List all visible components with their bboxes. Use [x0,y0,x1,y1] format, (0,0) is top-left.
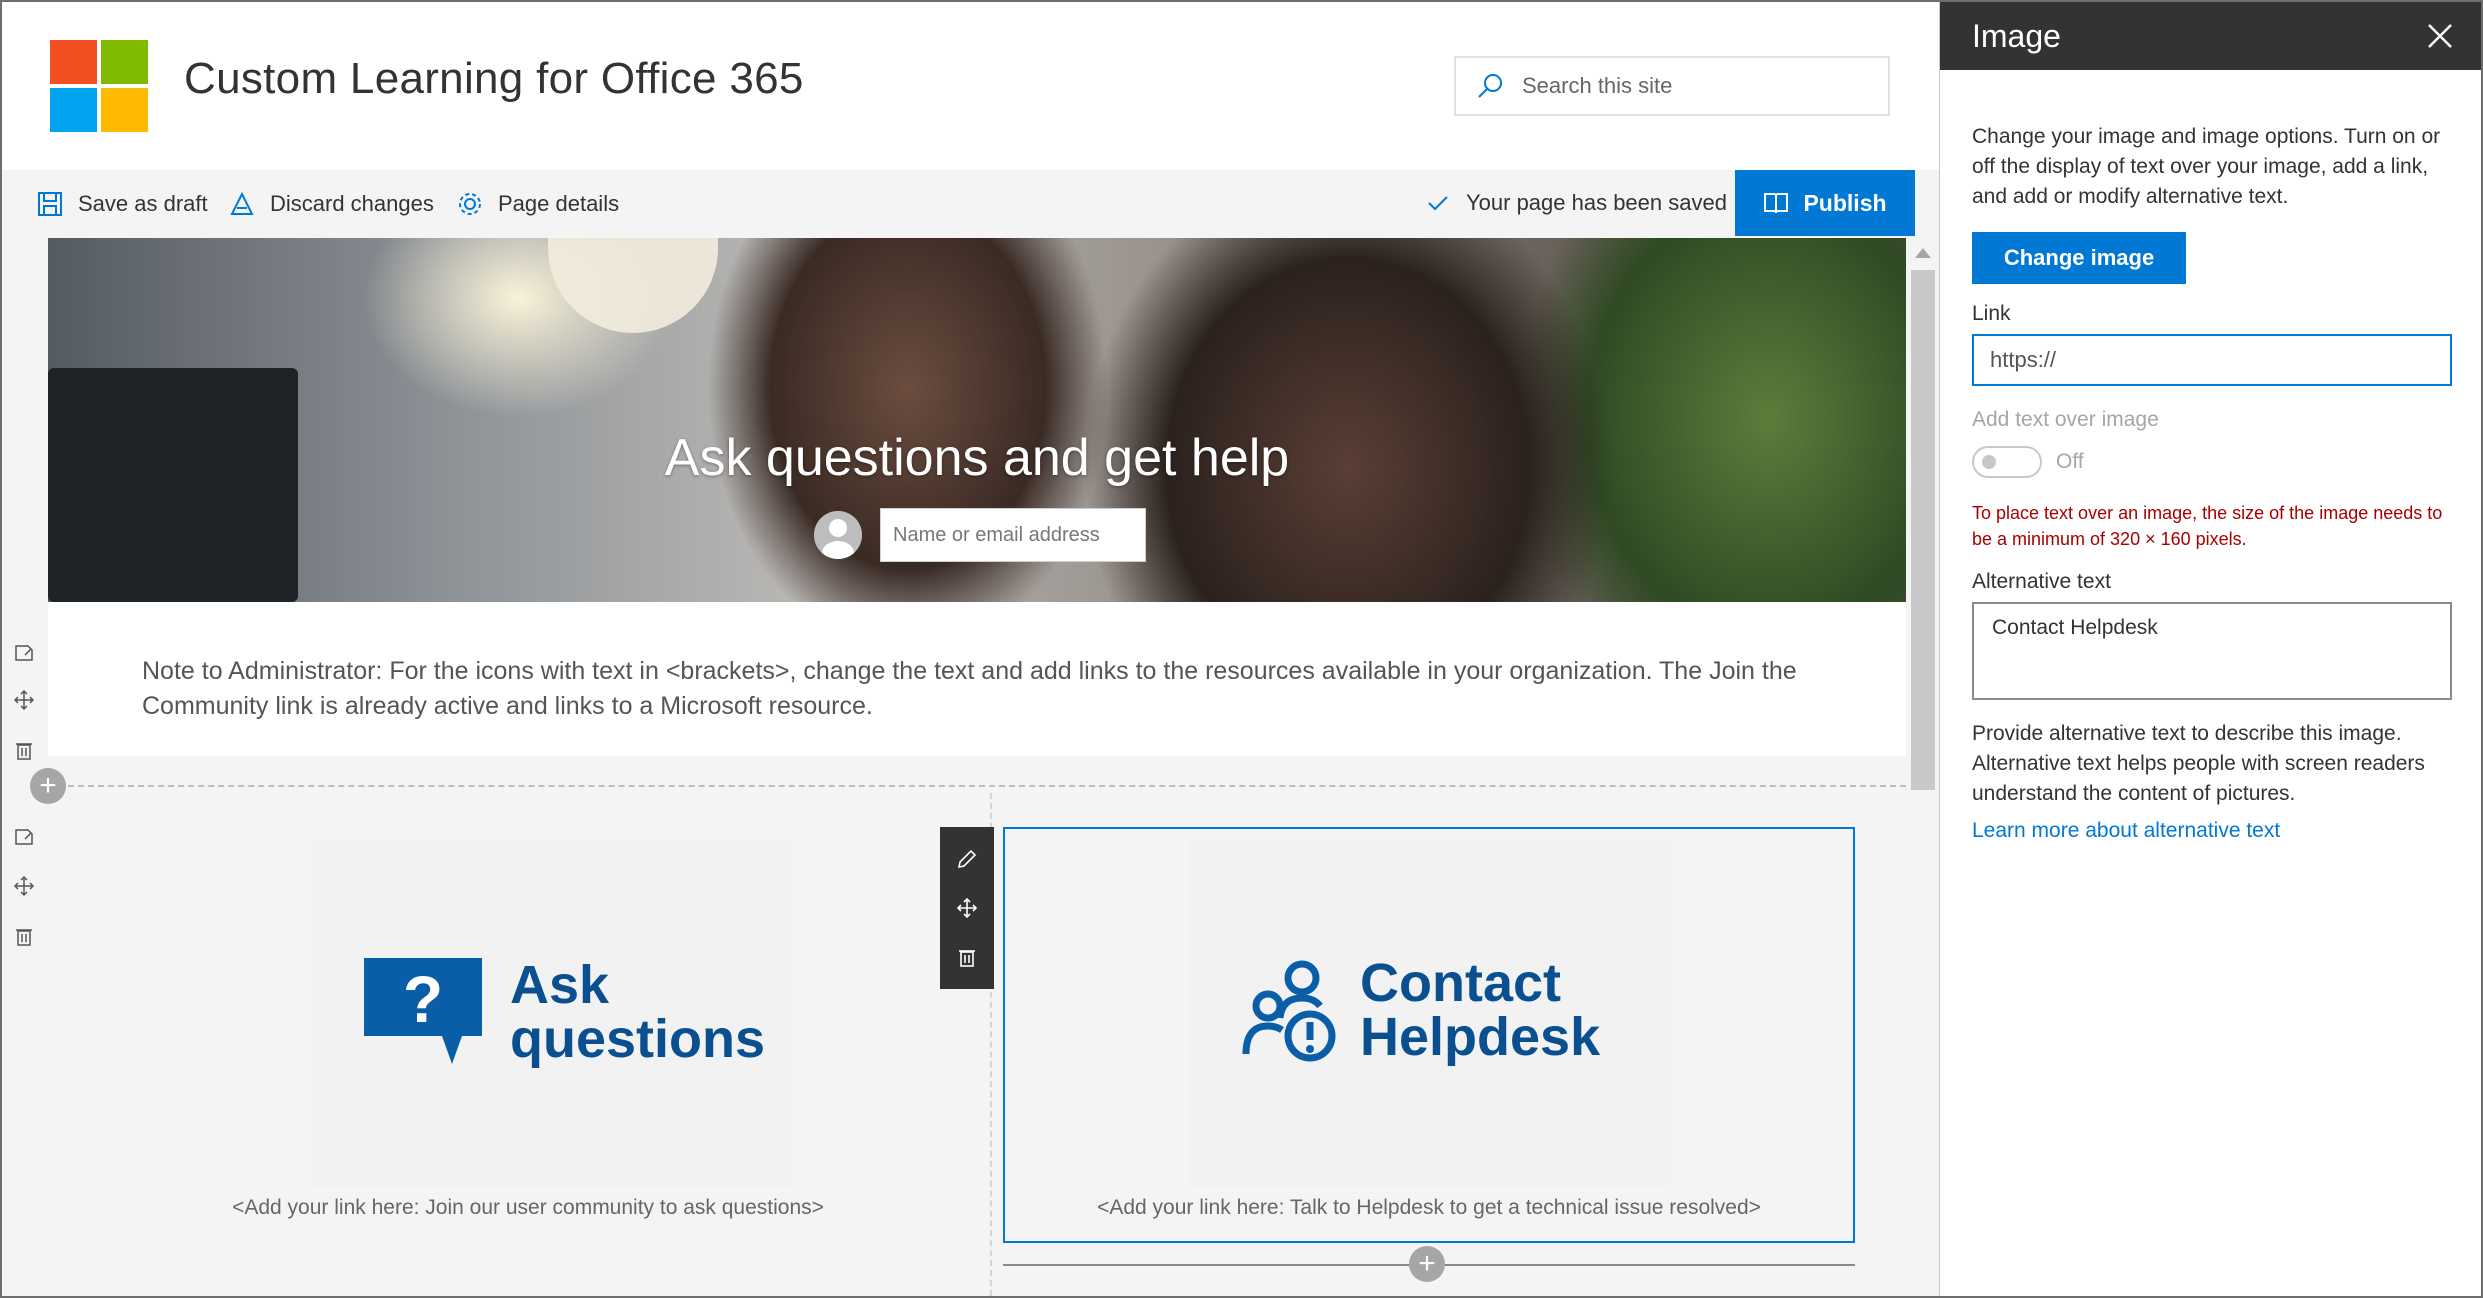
move-icon [13,875,35,897]
publish-book-icon [1764,193,1789,214]
discard-icon [230,191,254,215]
webpart-edit-button[interactable] [951,843,983,875]
admin-note: Note to Administrator: For the icons wit… [142,657,1797,720]
ask-caption[interactable]: <Add your link here: Join our user commu… [98,1196,958,1220]
helpdesk-line1: Contact [1360,953,1561,1013]
text-over-image-label: Add text over image [1972,408,2159,431]
logo-square-green [101,40,148,84]
alt-text-label: Alternative text [1972,570,2111,593]
contact-helpdesk-text: Contact Helpdesk [1360,956,1600,1064]
delete-icon [16,743,32,760]
page-canvas: Ask questions and get help Note to Admin… [2,238,1939,1296]
delete-icon [16,929,32,946]
checkmark-icon [1428,196,1448,211]
svg-text:?: ? [403,962,443,1036]
section2-edit-button[interactable] [8,820,40,852]
discard-changes-button[interactable]: Discard changes [228,190,434,218]
person-icon [814,511,862,559]
canvas-scrollbar[interactable] [1907,238,1939,1296]
hero-title: Ask questions and get help [664,429,1290,487]
page-details-button[interactable]: Page details [456,190,619,218]
text-webpart[interactable]: Note to Administrator: For the icons wit… [48,602,1906,756]
logo-square-yellow [101,88,148,132]
contact-helpdesk-logo: Contact Helpdesk [1242,956,1600,1064]
search-box[interactable] [1454,56,1890,116]
scroll-thumb[interactable] [1911,270,1935,790]
section-edit-button[interactable] [8,636,40,668]
search-icon [1478,74,1502,98]
discard-changes-label: Discard changes [270,191,434,216]
property-pane: Image Change your image and image option… [1939,2,2481,1296]
ask-questions-text: Ask questions [510,958,765,1066]
delete-icon [959,949,975,967]
edit-icon [957,850,977,869]
change-image-button[interactable]: Change image [1972,232,2186,284]
text-over-image-toggle-row: Off [1972,446,2452,478]
close-icon [2428,24,2452,48]
alt-text-field[interactable]: Contact Helpdesk [1972,602,2452,700]
save-status-text: Your page has been saved [1466,190,1727,215]
people-picker [814,508,1146,562]
ask-line1: Ask [510,955,610,1015]
section-move-button[interactable] [8,684,40,716]
add-icon: + [39,769,57,802]
close-pane-button[interactable] [2423,19,2457,53]
alt-text-help: Provide alternative text to describe thi… [1972,722,2425,805]
pane-header: Image [1940,2,2481,70]
question-bubble-icon: ? [364,958,482,1064]
gear-icon [459,193,481,215]
save-status: Your page has been saved [1426,190,1727,216]
helpdesk-people-icon [1242,960,1336,1062]
size-error-message: To place text over an image, the size of… [1972,503,2443,549]
text-over-image-toggle[interactable] [1972,446,2042,478]
add-section-button[interactable]: + [30,768,66,804]
helpdesk-line2: Helpdesk [1360,1007,1601,1067]
link-label: Link [1972,302,2011,325]
ask-questions-logo: ? Ask questions [364,958,765,1066]
webpart-toolbar [940,827,994,989]
save-draft-button[interactable]: Save as draft [36,190,208,218]
save-icon [38,192,62,216]
people-picker-input[interactable] [880,508,1146,562]
move-icon [956,897,978,919]
hero-webpart[interactable]: Ask questions and get help [48,238,1906,602]
section-delete-button[interactable] [8,734,40,766]
helpdesk-caption[interactable]: <Add your link here: Talk to Helpdesk to… [1003,1196,1855,1220]
add-webpart-button[interactable]: + [1409,1246,1445,1282]
pane-description: Change your image and image options. Tur… [1972,125,2441,208]
link-input[interactable] [1972,334,2452,386]
add-icon: + [1418,1247,1436,1280]
toggle-state-label: Off [2056,450,2084,473]
learn-more-link[interactable]: Learn more about alternative text [1972,819,2452,843]
site-title[interactable]: Custom Learning for Office 365 [184,54,804,104]
search-input[interactable] [1522,73,1862,99]
site-logo[interactable] [50,40,152,136]
pane-title: Image [1972,17,2061,54]
logo-square-blue [50,88,97,132]
command-bar: Save as draft Discard changes Page detai… [2,170,1939,238]
pane-body: Change your image and image options. Tur… [1972,70,2452,843]
section2-delete-button[interactable] [8,920,40,952]
section2-move-button[interactable] [8,870,40,902]
section-divider [48,785,1906,787]
edit-icon [15,645,33,661]
hero-background-lamp [548,238,718,333]
publish-button[interactable]: Publish [1735,170,1915,236]
edit-icon [15,829,33,845]
ask-line2: questions [510,1009,766,1069]
save-draft-label: Save as draft [78,191,208,216]
publish-label: Publish [1803,189,1887,216]
webpart-delete-button[interactable] [951,941,983,973]
site-header: Custom Learning for Office 365 [2,2,1939,170]
move-icon [13,689,35,711]
page-details-label: Page details [498,191,620,216]
webpart-move-button[interactable] [951,892,983,924]
scroll-up-arrow-icon[interactable] [1915,248,1931,258]
logo-square-red [50,40,97,84]
